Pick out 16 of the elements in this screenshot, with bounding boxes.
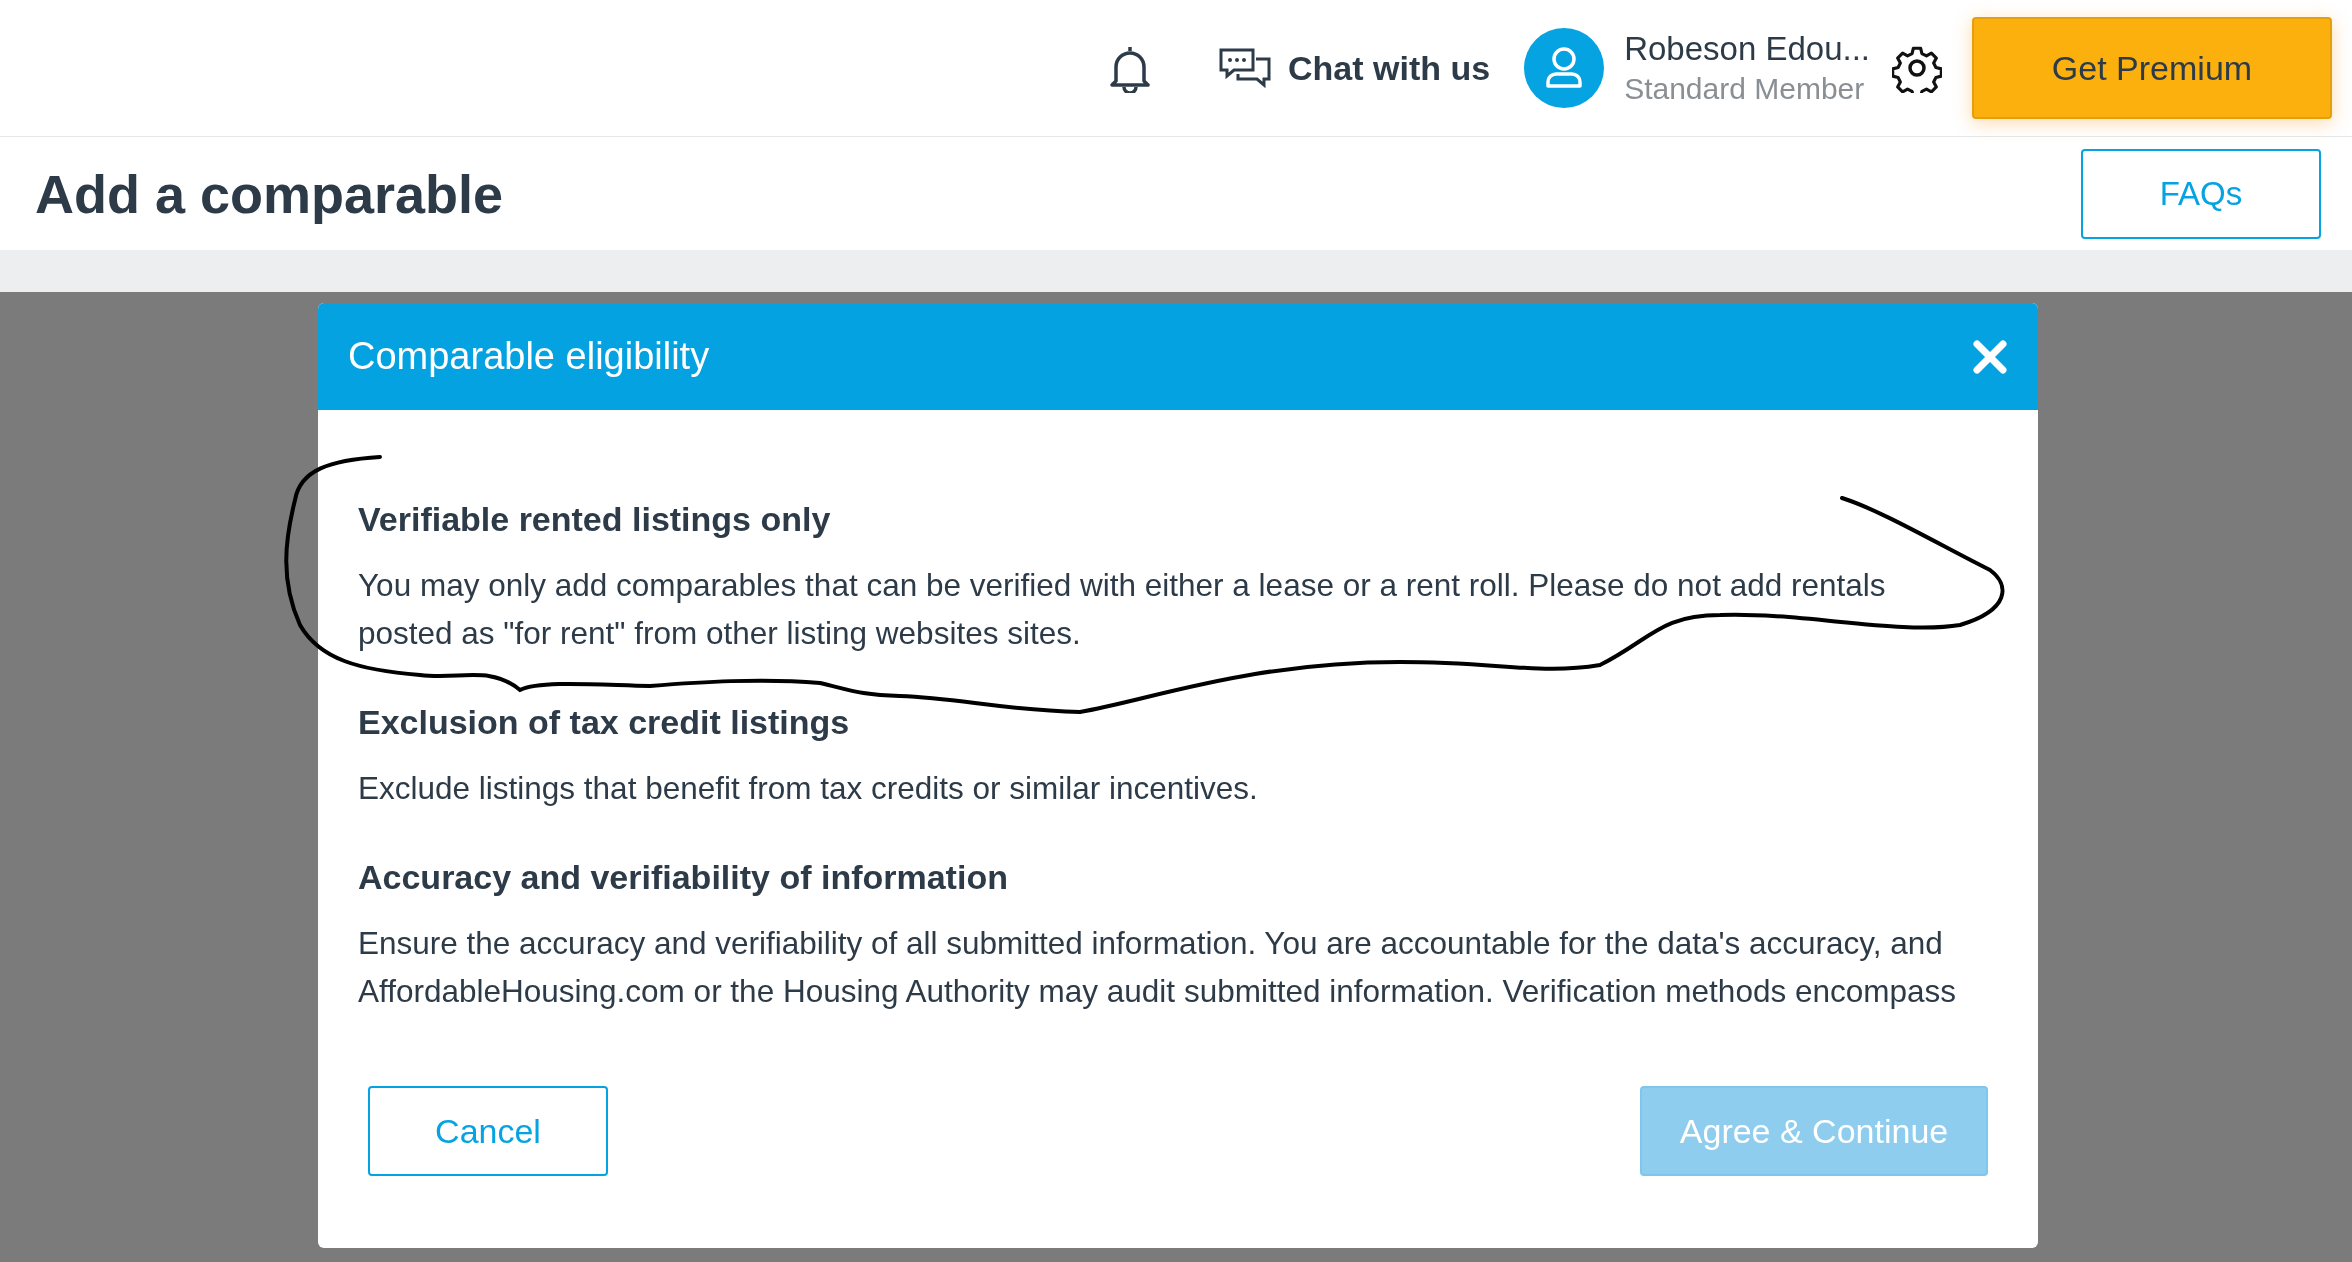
close-icon[interactable] xyxy=(1972,338,2008,375)
page-title: Add a comparable xyxy=(35,162,504,225)
get-premium-button[interactable]: Get Premium xyxy=(1972,17,2332,119)
chat-icon[interactable] xyxy=(1218,47,1273,89)
modal-title: Comparable eligibility xyxy=(348,335,710,378)
section-text: Ensure the accuracy and verifiability of all submitted information. You are accountable for the data's accuracy, and AffordableHousing.com or the Housing Authority may audit submitted information. Verification methods encompass xyxy=(358,924,1957,1011)
section-heading: Verifiable rented listings only xyxy=(358,500,832,539)
section-heading: Exclusion of tax credit listings xyxy=(358,703,851,742)
user-name: Robeson Edou... xyxy=(1624,30,1870,68)
cancel-button[interactable]: Cancel xyxy=(368,1086,608,1176)
section-heading: Accuracy and verifiability of information xyxy=(358,858,1009,897)
chat-link[interactable]: Chat with us xyxy=(1288,48,1491,88)
section-text: Exclude listings that benefit from tax credits or similar incentives. xyxy=(358,769,1259,808)
user-role: Standard Member xyxy=(1624,72,1866,106)
faqs-button[interactable]: FAQs xyxy=(2081,148,2321,239)
section-text: You may only add comparables that can be verified with either a lease or a rent roll. Please do not add rentals posted as "for rent" from other listing websites sites. xyxy=(358,566,1887,653)
